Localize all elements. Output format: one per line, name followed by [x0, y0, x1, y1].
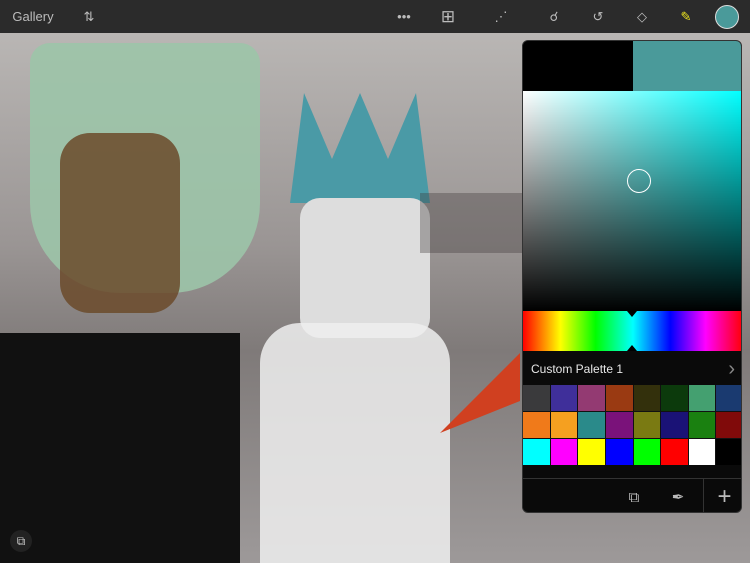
palette-swatch[interactable] — [605, 412, 633, 438]
previous-color-swatch[interactable] — [523, 41, 633, 91]
palette-swatch[interactable] — [716, 412, 741, 438]
smudge-icon[interactable]: ☌ — [543, 0, 565, 33]
palette-grid — [523, 385, 741, 465]
palette-swatch[interactable] — [661, 412, 688, 438]
eyedropper-icon[interactable]: ✒ — [663, 479, 693, 512]
eraser-icon[interactable]: ◇ — [631, 0, 653, 33]
palette-swatch[interactable] — [605, 439, 633, 465]
palette-swatch[interactable] — [661, 385, 688, 411]
selection-icon[interactable]: ⋰ — [490, 0, 512, 33]
palette-swatch[interactable] — [688, 439, 716, 465]
palette-swatch[interactable] — [523, 412, 550, 438]
palette-swatch[interactable] — [523, 439, 550, 465]
palette-title[interactable]: Custom Palette 1 — [531, 353, 623, 385]
top-toolbar: Gallery ⇅ ••• ⊞ ⋰ ☌ ↺ ◇ ✎ — [0, 0, 750, 33]
camera-add-icon[interactable]: ⧉ — [619, 479, 649, 512]
color-button[interactable] — [713, 0, 741, 33]
adjustments-icon[interactable]: ⇅ — [78, 0, 100, 33]
hue-marker — [627, 311, 637, 317]
palette-swatch[interactable] — [578, 439, 605, 465]
palette-swatch[interactable] — [661, 439, 688, 465]
gallery-button[interactable]: Gallery — [8, 0, 58, 33]
palette-swatch[interactable] — [578, 385, 605, 411]
more-icon[interactable]: ••• — [393, 0, 415, 33]
palette-swatch[interactable] — [633, 412, 661, 438]
add-color-button[interactable]: + — [706, 479, 741, 512]
panel-bottom-bar: ⧉ ✒ + — [523, 478, 741, 512]
brush-icon[interactable]: ✎ — [675, 0, 697, 33]
palette-swatch[interactable] — [605, 385, 633, 411]
color-panel: Custom Palette 1 › ⧉ ✒ + — [522, 40, 742, 513]
palette-swatch[interactable] — [716, 385, 741, 411]
current-color-swatch[interactable] — [633, 41, 741, 91]
palette-swatch[interactable] — [550, 385, 578, 411]
chevron-right-icon[interactable]: › — [728, 353, 735, 385]
palette-swatch[interactable] — [688, 385, 716, 411]
palette-swatch[interactable] — [633, 439, 661, 465]
lasso-icon[interactable]: ↺ — [587, 0, 609, 33]
color-picker-handle[interactable] — [627, 169, 651, 193]
palette-swatch[interactable] — [550, 412, 578, 438]
layers-icon[interactable]: ⧉ — [10, 530, 32, 552]
palette-swatch[interactable] — [633, 385, 661, 411]
palette-swatch[interactable] — [716, 439, 741, 465]
palette-swatch[interactable] — [688, 412, 716, 438]
transform-icon[interactable]: ⊞ — [437, 0, 459, 33]
palette-swatch[interactable] — [578, 412, 605, 438]
palette-swatch[interactable] — [550, 439, 578, 465]
saturation-brightness-picker[interactable] — [523, 91, 741, 311]
palette-swatch[interactable] — [523, 385, 550, 411]
hue-marker — [627, 345, 637, 351]
